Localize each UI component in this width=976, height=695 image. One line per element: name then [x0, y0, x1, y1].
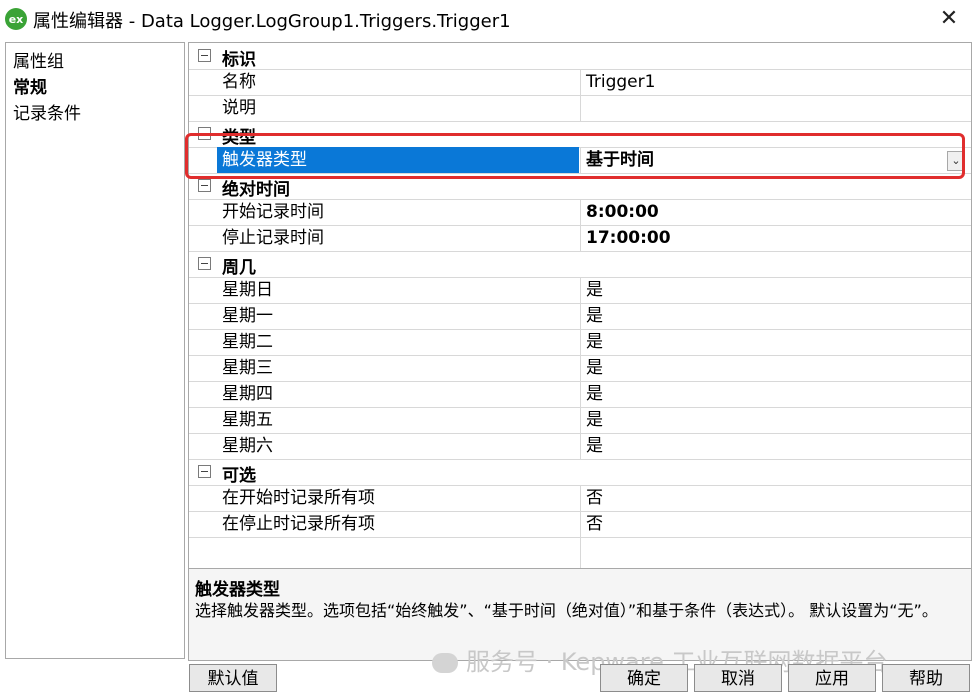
- property-name: 在停止时记录所有项: [222, 514, 375, 534]
- property-row-friday[interactable]: 星期五 是: [189, 407, 971, 434]
- empty-value-cell: [580, 537, 971, 568]
- close-icon[interactable]: ✕: [936, 5, 962, 31]
- chevron-down-icon[interactable]: ⌄: [947, 151, 965, 171]
- property-name: 说明: [222, 98, 256, 118]
- property-value[interactable]: [580, 95, 971, 121]
- property-value[interactable]: Trigger1: [580, 69, 971, 95]
- property-grid: 标识 名称 Trigger1 说明 类型 触发器类型 基于时间 ⌄ 绝对时间 开…: [188, 42, 972, 661]
- collapse-icon[interactable]: [198, 465, 211, 478]
- ok-button[interactable]: 确定: [600, 664, 688, 692]
- property-row-saturday[interactable]: 星期六 是: [189, 433, 971, 460]
- property-row-wednesday[interactable]: 星期三 是: [189, 355, 971, 382]
- property-value[interactable]: 17:00:00: [580, 225, 971, 251]
- property-name: 星期二: [222, 332, 273, 352]
- collapse-icon[interactable]: [198, 127, 211, 140]
- collapse-icon[interactable]: [198, 257, 211, 270]
- group-absolute-time[interactable]: 绝对时间: [189, 173, 971, 200]
- property-row-tuesday[interactable]: 星期二 是: [189, 329, 971, 356]
- sidebar-item-general[interactable]: 常规: [13, 73, 47, 98]
- property-value[interactable]: 是: [580, 277, 971, 303]
- property-row-log-all-on-stop[interactable]: 在停止时记录所有项 否: [189, 511, 971, 538]
- property-groups-pane: 属性组 常规 记录条件: [5, 42, 185, 659]
- description-text: 选择触发器类型。选项包括“始终触发”、“基于时间（绝对值）”和基于条件（表达式）…: [195, 601, 938, 620]
- help-button[interactable]: 帮助: [882, 664, 970, 692]
- sidebar-item-logging-condition[interactable]: 记录条件: [13, 99, 81, 124]
- property-name: 名称: [222, 72, 256, 92]
- property-name: 星期日: [222, 280, 273, 300]
- property-row-name[interactable]: 名称 Trigger1: [189, 69, 971, 96]
- group-label: 绝对时间: [222, 180, 290, 200]
- window-title: 属性编辑器 - Data Logger.LogGroup1.Triggers.T…: [33, 11, 511, 32]
- property-row-trigger-type[interactable]: 触发器类型 基于时间 ⌄: [189, 147, 971, 174]
- property-row-stop-time[interactable]: 停止记录时间 17:00:00: [189, 225, 971, 252]
- property-value[interactable]: 是: [580, 303, 971, 329]
- property-name: 星期一: [222, 306, 273, 326]
- defaults-button[interactable]: 默认值: [189, 664, 277, 692]
- property-row-log-all-on-start[interactable]: 在开始时记录所有项 否: [189, 485, 971, 512]
- property-row-description[interactable]: 说明: [189, 95, 971, 122]
- apply-button[interactable]: 应用: [788, 664, 876, 692]
- group-type[interactable]: 类型: [189, 121, 971, 148]
- property-value[interactable]: 是: [580, 329, 971, 355]
- property-value[interactable]: 是: [580, 433, 971, 459]
- group-label: 周几: [222, 258, 256, 278]
- property-value[interactable]: 否: [580, 511, 971, 537]
- property-row-sunday[interactable]: 星期日 是: [189, 277, 971, 304]
- property-name: 停止记录时间: [222, 228, 324, 248]
- property-value[interactable]: 是: [580, 355, 971, 381]
- property-value[interactable]: 8:00:00: [580, 199, 971, 225]
- property-value[interactable]: 否: [580, 485, 971, 511]
- property-value[interactable]: 是: [580, 381, 971, 407]
- property-row-monday[interactable]: 星期一 是: [189, 303, 971, 330]
- collapse-icon[interactable]: [198, 179, 211, 192]
- title-bar: ex 属性编辑器 - Data Logger.LogGroup1.Trigger…: [0, 0, 976, 38]
- group-label: 标识: [222, 50, 256, 70]
- property-name: 触发器类型: [217, 147, 579, 173]
- kepware-app-icon: ex: [5, 8, 27, 30]
- property-name: 星期六: [222, 436, 273, 456]
- trigger-type-select[interactable]: 基于时间: [580, 147, 971, 173]
- cancel-button[interactable]: 取消: [694, 664, 782, 692]
- group-label: 类型: [222, 128, 256, 148]
- property-name: 在开始时记录所有项: [222, 488, 375, 508]
- property-row-start-time[interactable]: 开始记录时间 8:00:00: [189, 199, 971, 226]
- group-day-of-week[interactable]: 周几: [189, 251, 971, 278]
- description-title: 触发器类型: [195, 580, 280, 600]
- wechat-icon: [432, 653, 458, 673]
- empty-row: [189, 537, 971, 568]
- group-identification[interactable]: 标识: [189, 43, 971, 70]
- property-name: 星期五: [222, 410, 273, 430]
- property-name: 星期三: [222, 358, 273, 378]
- collapse-icon[interactable]: [198, 49, 211, 62]
- property-value[interactable]: 是: [580, 407, 971, 433]
- group-optional[interactable]: 可选: [189, 459, 971, 486]
- property-name: 开始记录时间: [222, 202, 324, 222]
- sidebar-item-property-groups: 属性组: [13, 52, 64, 72]
- property-row-thursday[interactable]: 星期四 是: [189, 381, 971, 408]
- group-label: 可选: [222, 466, 256, 486]
- property-name: 星期四: [222, 384, 273, 404]
